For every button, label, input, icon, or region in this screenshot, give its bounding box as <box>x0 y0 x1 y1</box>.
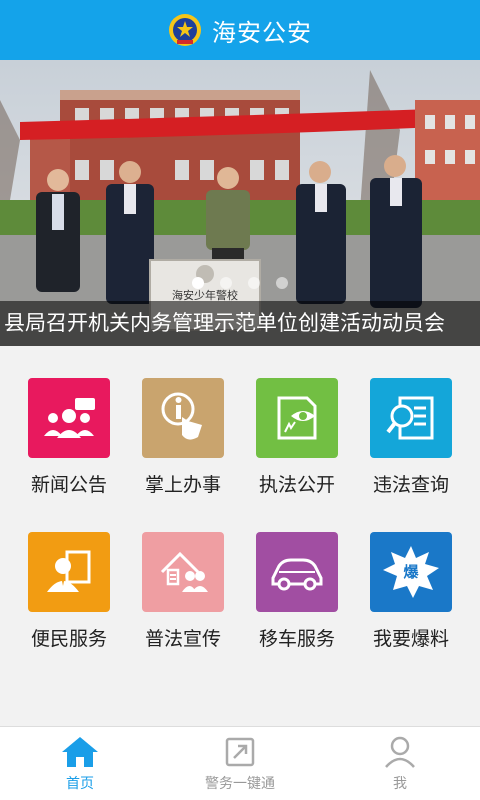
menu-item-label: 便民服务 <box>30 628 107 650</box>
menu-item-law-disclosure[interactable]: 执法公开 <box>240 378 354 497</box>
menu-item-label: 执法公开 <box>258 474 335 496</box>
slide-dot[interactable] <box>276 277 288 289</box>
menu-item-label: 掌上办事 <box>144 474 221 496</box>
nav-tab-police-connect[interactable]: 警务一键通 <box>160 727 320 800</box>
menu-item-convenience-service[interactable]: 便民服务 <box>12 532 126 651</box>
menu-item-violation-query[interactable]: 违法查询 <box>354 378 468 497</box>
menu-item-label: 我要爆料 <box>372 628 449 650</box>
home-community-icon <box>142 532 224 612</box>
menu-item-news[interactable]: 新闻公告 <box>12 378 126 497</box>
document-eye-icon <box>256 378 338 458</box>
menu-item-label: 普法宣传 <box>144 628 221 650</box>
news-banner[interactable]: 海安少年警校 县局召开机关内务管理示范单位创建活动动员会 <box>0 60 480 346</box>
menu-item-mobile-affairs[interactable]: 掌上办事 <box>126 378 240 497</box>
menu-item-label: 新闻公告 <box>30 474 107 496</box>
function-menu: 新闻公告 掌上办事 执法公开 违法查询 便民服务 普法宣传 移车服务 爆 我要爆… <box>0 346 480 726</box>
external-link-icon <box>225 737 255 767</box>
bottom-nav: 首页 警务一键通 我 <box>0 726 480 800</box>
app-screen: 海安公安 海安少年警校 县局召开机关内务管理示范单位创建活动动员会 新闻公告 掌… <box>0 0 480 800</box>
news-group-icon <box>28 378 110 458</box>
slide-dot[interactable] <box>192 277 204 289</box>
nav-tab-label: 我 <box>393 776 407 792</box>
app-header: 海安公安 <box>0 0 480 60</box>
menu-item-label: 违法查询 <box>372 474 449 496</box>
menu-item-legal-education[interactable]: 普法宣传 <box>126 532 240 651</box>
nav-tab-label: 警务一键通 <box>205 776 275 792</box>
app-title: 海安公安 <box>212 18 312 47</box>
touch-info-icon <box>142 378 224 458</box>
burst-badge-text: 爆 <box>403 563 419 581</box>
banner-caption[interactable]: 县局召开机关内务管理示范单位创建活动动员会 <box>0 301 480 346</box>
car-icon <box>256 532 338 612</box>
plaque-text: 海安少年警校 <box>172 288 238 302</box>
menu-item-car-moving[interactable]: 移车服务 <box>240 532 354 651</box>
nav-tab-home[interactable]: 首页 <box>0 727 160 800</box>
menu-item-label: 移车服务 <box>258 628 335 650</box>
menu-item-report-tip[interactable]: 爆 我要爆料 <box>354 532 468 651</box>
slide-dot[interactable] <box>248 277 260 289</box>
user-icon <box>385 736 415 768</box>
home-icon <box>62 737 98 767</box>
burst-report-icon: 爆 <box>370 532 452 612</box>
search-document-icon <box>370 378 452 458</box>
service-person-icon <box>28 532 110 612</box>
slide-dot[interactable] <box>220 277 232 289</box>
nav-tab-me[interactable]: 我 <box>320 727 480 800</box>
police-badge-icon <box>169 14 201 46</box>
slide-indicator <box>0 277 480 289</box>
nav-tab-label: 首页 <box>66 776 94 792</box>
